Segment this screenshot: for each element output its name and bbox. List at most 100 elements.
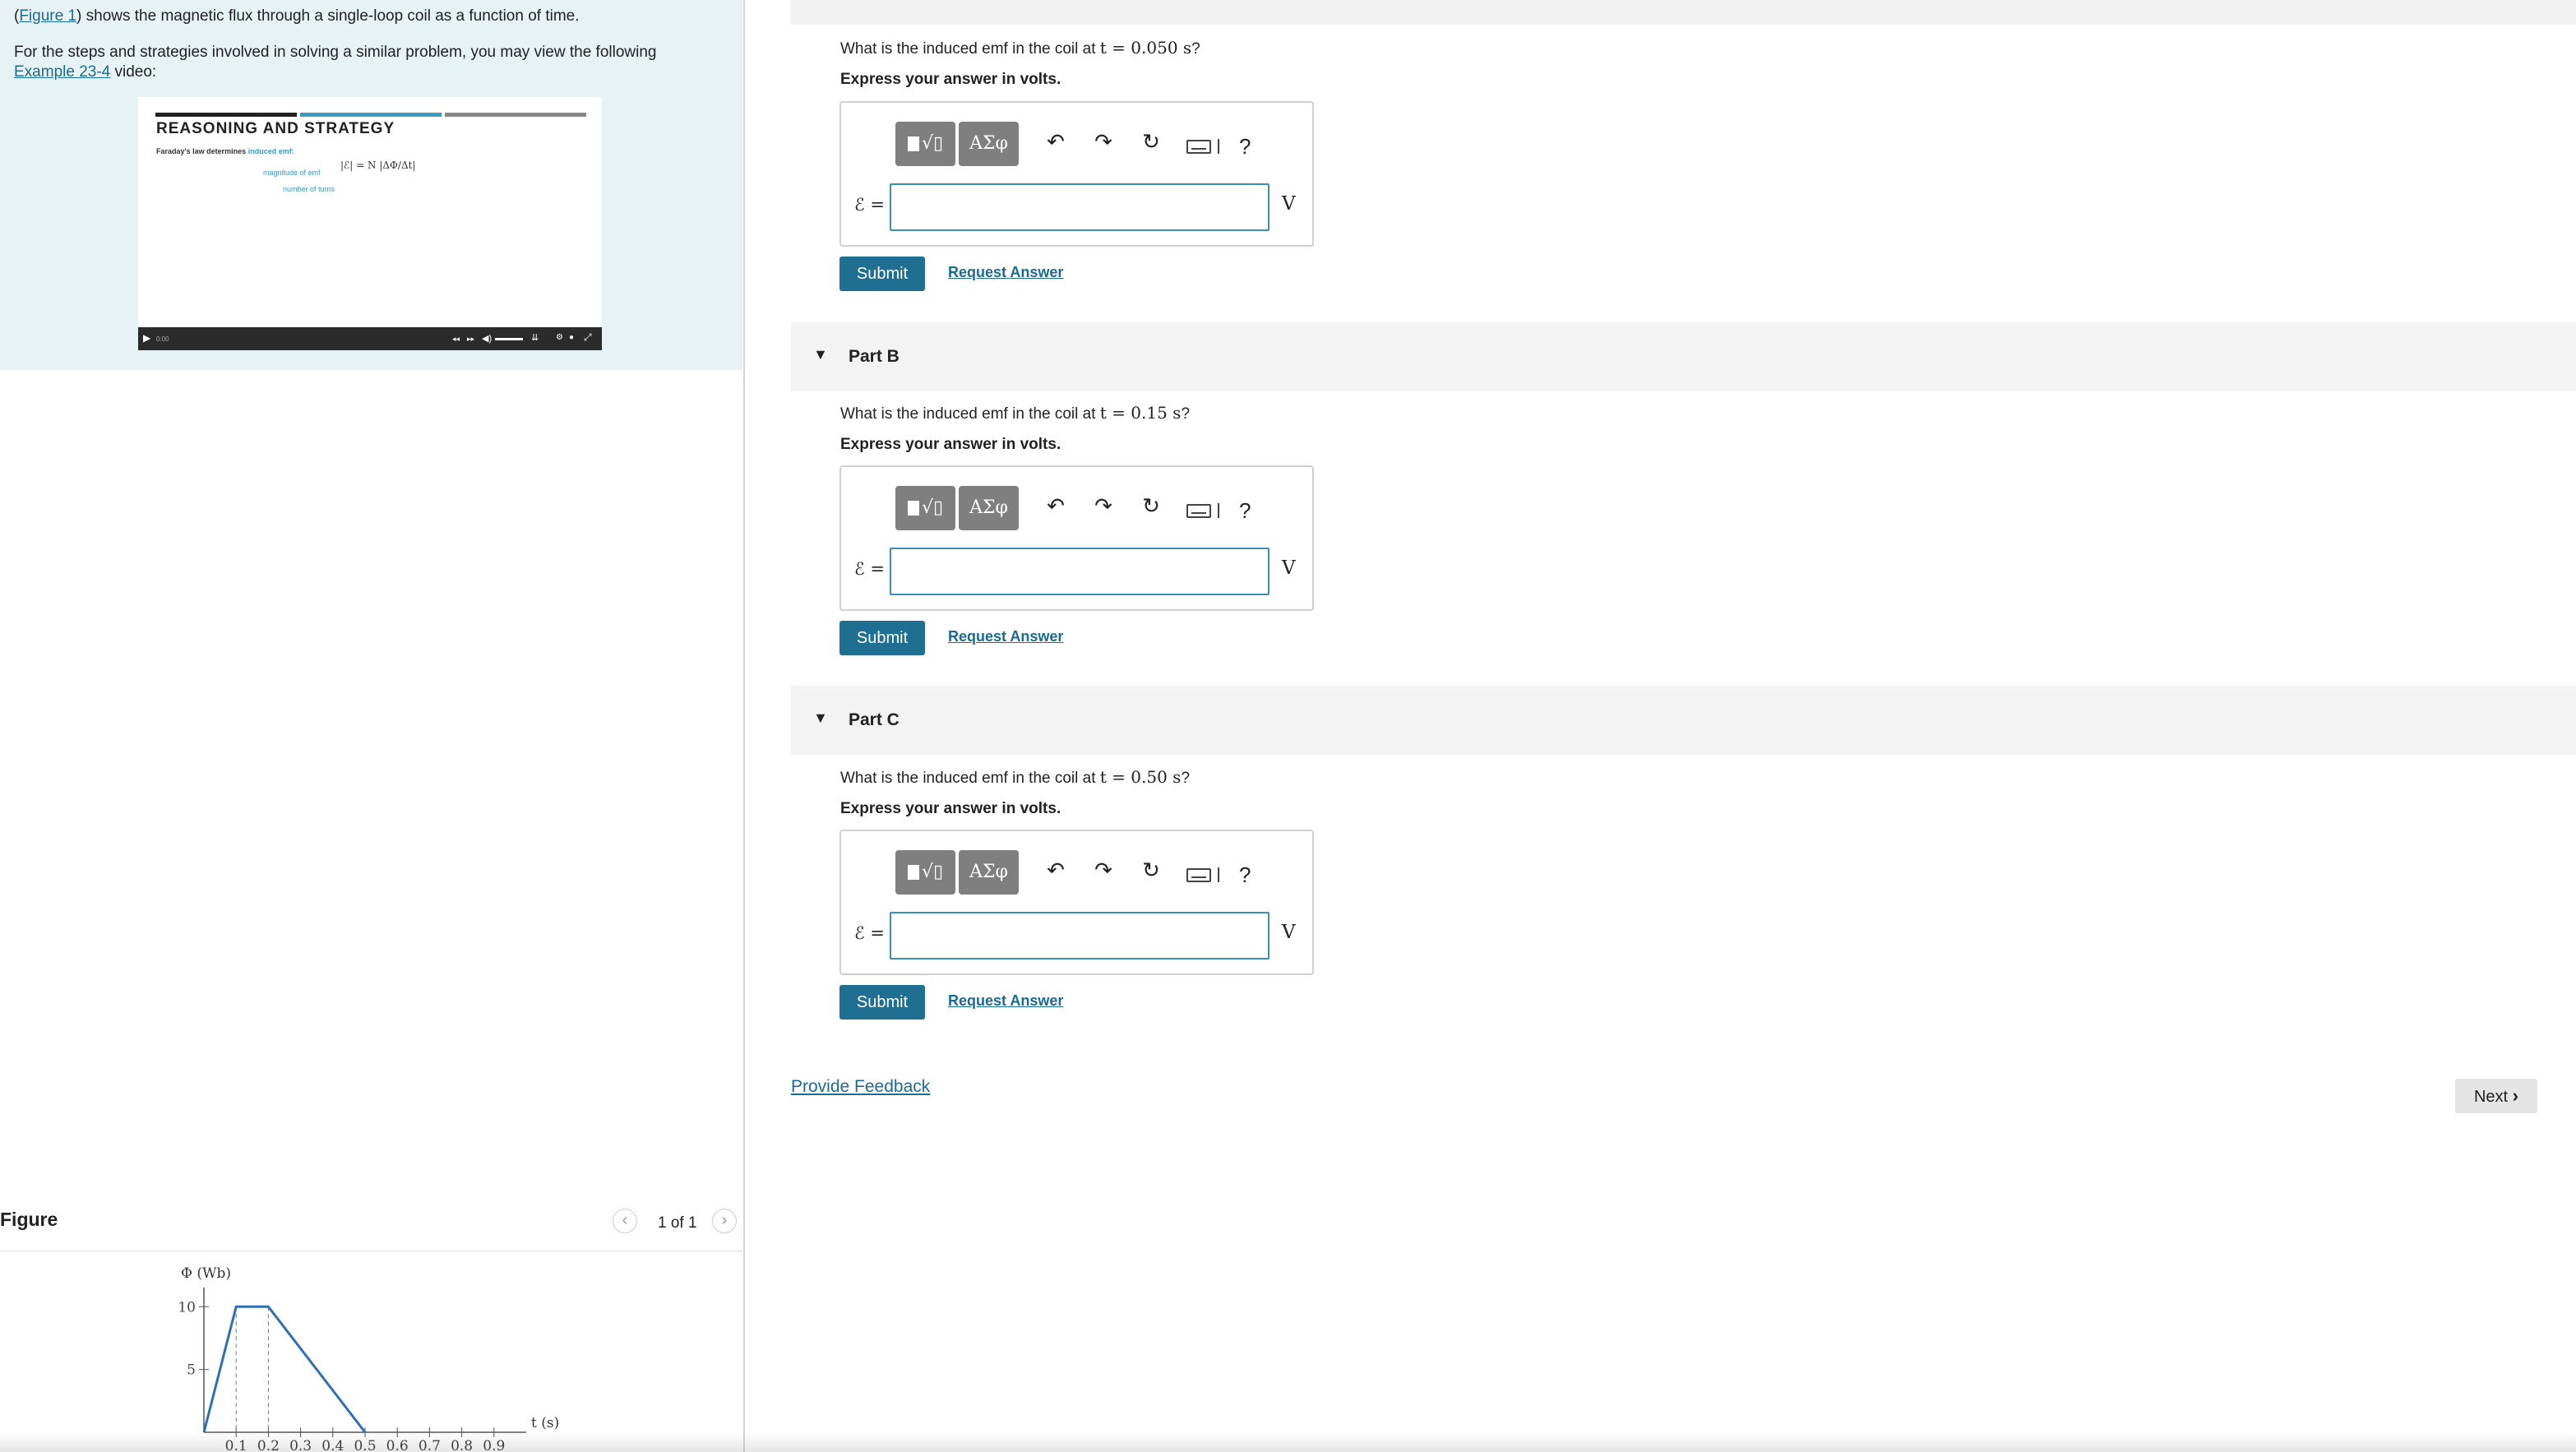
settings-icon[interactable]: ⚙ (556, 333, 563, 342)
help-icon[interactable]: ? (1239, 498, 1251, 524)
question-end: ? (1181, 405, 1191, 423)
dot-icon[interactable]: ● (569, 333, 574, 342)
question-math: t = 0.50 s (1099, 767, 1182, 787)
request-answer-link[interactable]: Request Answer (948, 992, 1063, 1010)
keyboard-icon[interactable] (1186, 868, 1211, 882)
submit-button[interactable]: Submit (839, 257, 925, 291)
templates-button[interactable]: √▯ (895, 122, 955, 166)
fullscreen-icon[interactable]: ⤢ (584, 331, 592, 344)
figure-header: Figure ‹ 1 of 1 › (0, 1207, 742, 1251)
video-progress-segments (155, 113, 586, 117)
intro-line-1-text: ) shows the magnetic flux through a sing… (76, 7, 580, 25)
part-c-header[interactable]: ▼ Part C (791, 686, 2576, 755)
video-sub-highlight: induced emf: (247, 147, 294, 155)
help-icon[interactable]: ? (1239, 134, 1251, 160)
answer-input[interactable] (890, 912, 1270, 960)
reset-icon[interactable]: ↻ (1137, 493, 1165, 519)
part-a-answer-box: √▯ ΑΣφ ↶ ↷ ↻ ? ℰ = V (839, 101, 1314, 247)
intro-line-2: For the steps and strategies involved in… (14, 44, 657, 61)
question-end: ? (1181, 770, 1191, 787)
rewind-icon[interactable]: ◂◂ (452, 335, 460, 344)
chart-lines (202, 1305, 367, 1433)
figure-pager: 1 of 1 (658, 1214, 697, 1232)
play-icon[interactable]: ▶ (143, 332, 150, 344)
video-time: 0:00 (156, 335, 169, 343)
redo-icon[interactable]: ↷ (1089, 858, 1117, 883)
next-button[interactable]: Next › (2455, 1079, 2537, 1113)
video-player[interactable]: REASONING AND STRATEGY Faraday's law det… (138, 97, 602, 350)
unit-label: V (1282, 557, 1296, 579)
question-text: What is the induced emf in the coil at (840, 405, 1096, 423)
help-icon[interactable]: ? (1239, 862, 1251, 888)
y-axis-label: Φ (Wb) (181, 1265, 231, 1282)
question-text: What is the induced emf in the coil at (840, 40, 1096, 58)
figure-title: Figure (0, 1209, 58, 1230)
part-c-instruction: Express your answer in volts. (840, 800, 1061, 817)
question-text: What is the induced emf in the coil at (840, 770, 1096, 787)
keyboard-separator (1218, 867, 1219, 882)
request-answer-link[interactable]: Request Answer (948, 628, 1063, 645)
unit-label: V (1282, 193, 1296, 215)
answer-input[interactable] (890, 548, 1270, 595)
question-end: ? (1191, 40, 1200, 58)
redo-icon[interactable]: ↷ (1089, 493, 1117, 519)
undo-icon[interactable]: ↶ (1042, 129, 1070, 155)
symbols-button[interactable]: ΑΣφ (959, 850, 1019, 895)
figure-link[interactable]: Figure 1 (19, 7, 76, 25)
part-a-instruction: Express your answer in volts. (840, 71, 1061, 88)
caret-down-icon[interactable]: ▼ (813, 710, 828, 727)
provide-feedback-link[interactable]: Provide Feedback (791, 1077, 930, 1097)
caret-down-icon[interactable]: ▼ (813, 346, 828, 363)
y-tick-label: 5 (187, 1362, 196, 1379)
keyboard-icon[interactable] (1186, 140, 1211, 154)
part-c-answer-box: √▯ ΑΣφ ↶ ↷ ↻ ? ℰ = V (839, 830, 1314, 975)
undo-icon[interactable]: ↶ (1042, 858, 1070, 883)
captions-icon[interactable]: ⇊ (531, 332, 539, 343)
x-axis-label: t (s) (531, 1415, 559, 1431)
undo-icon[interactable]: ↶ (1042, 493, 1070, 519)
question-math: t = 0.15 s (1099, 403, 1182, 423)
bottom-shadow (0, 1432, 2576, 1452)
y-tick-label: 10 (178, 1299, 196, 1316)
intro-line-1: (Figure 1) shows the magnetic flux throu… (14, 7, 580, 26)
submit-button[interactable]: Submit (839, 621, 925, 655)
video-controls: ▶ 0:00 ◂◂ ▸▸ ◀) ⇊ ⚙ ● ⤢ (138, 327, 602, 350)
redo-icon[interactable]: ↷ (1089, 129, 1117, 155)
reset-icon[interactable]: ↻ (1137, 129, 1165, 155)
part-title: Part B (849, 347, 900, 366)
reset-icon[interactable]: ↻ (1137, 858, 1165, 883)
emf-symbol: ℰ = (854, 559, 885, 579)
intro-line-3: Example 23-4 video: (14, 62, 156, 82)
symbols-button[interactable]: ΑΣφ (959, 486, 1019, 530)
request-answer-link[interactable]: Request Answer (948, 264, 1063, 281)
answer-input[interactable] (890, 183, 1270, 231)
video-subtitle: Faraday's law determines induced emf: (156, 147, 294, 155)
part-b-question: What is the induced emf in the coil at t… (840, 403, 1190, 423)
chevron-right-icon: › (2512, 1085, 2518, 1106)
emf-symbol: ℰ = (854, 923, 885, 943)
unit-label: V (1282, 922, 1296, 943)
keyboard-icon[interactable] (1186, 504, 1211, 518)
part-b-answer-box: √▯ ΑΣφ ↶ ↷ ↻ ? ℰ = V (839, 465, 1314, 611)
video-heading: REASONING AND STRATEGY (156, 120, 395, 137)
segment-dark (155, 113, 297, 117)
volume-icon[interactable]: ◀) (482, 333, 492, 344)
templates-icon (907, 865, 919, 880)
segment-gray (445, 113, 586, 117)
chevron-left-icon[interactable]: ‹ (613, 1209, 637, 1233)
intro-line-3-text: video: (110, 63, 157, 81)
templates-button[interactable]: √▯ (895, 850, 955, 895)
submit-button[interactable]: Submit (839, 985, 925, 1020)
emf-symbol: ℰ = (854, 195, 885, 215)
left-panel: (Figure 1) shows the magnetic flux throu… (0, 0, 745, 1452)
part-c-question: What is the induced emf in the coil at t… (840, 767, 1190, 788)
part-b-header[interactable]: ▼ Part B (791, 322, 2576, 391)
forward-icon[interactable]: ▸▸ (467, 335, 474, 344)
volume-slider[interactable] (495, 338, 523, 340)
symbols-button[interactable]: ΑΣφ (959, 122, 1019, 166)
templates-button[interactable]: √▯ (895, 486, 955, 530)
chevron-right-icon[interactable]: › (712, 1209, 737, 1233)
video-formula: |ℰ| = N |ΔΦ/Δt| (340, 160, 416, 171)
example-link[interactable]: Example 23-4 (14, 63, 110, 81)
video-sub-text: Faraday's law determines (156, 147, 247, 155)
